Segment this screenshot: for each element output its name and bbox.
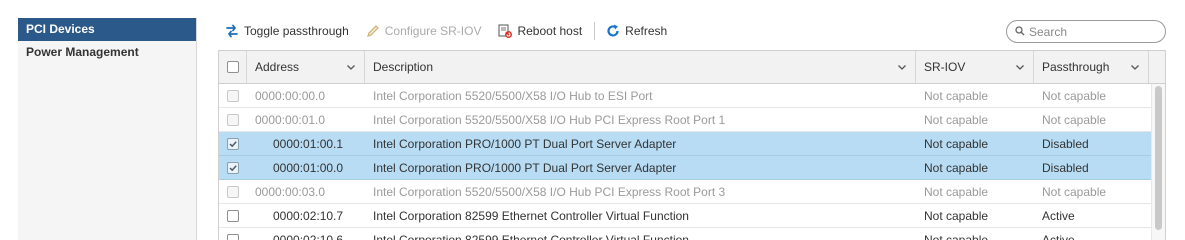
search-box[interactable] (1006, 20, 1166, 43)
chevron-down-icon[interactable] (1130, 62, 1140, 72)
sriov-cell: Not capable (924, 232, 989, 240)
column-header-label: Passthrough (1042, 60, 1110, 74)
chevron-down-icon[interactable] (1015, 62, 1025, 72)
description-cell: Intel Corporation 82599 Ethernet Control… (373, 232, 689, 240)
sidebar-item-power-management[interactable]: Power Management (18, 41, 196, 64)
sriov-cell: Not capable (924, 136, 989, 151)
configure-sriov-button[interactable]: Configure SR-IOV (361, 19, 486, 43)
reboot-host-button[interactable]: Reboot host (493, 19, 586, 43)
row-checkbox[interactable] (227, 161, 239, 174)
column-header-label: Description (373, 60, 434, 74)
toggle-passthrough-icon (224, 23, 240, 39)
address-cell: 0000:01:00.0 (273, 160, 344, 175)
column-header-address[interactable]: Address (247, 51, 365, 83)
reboot-host-icon (497, 23, 513, 39)
sriov-cell: Not capable (924, 184, 989, 199)
row-select-cell (219, 132, 247, 155)
select-all-checkbox[interactable] (226, 61, 239, 73)
toolbar: Toggle passthrough Configure SR-IOV Rebo… (220, 19, 671, 43)
table-row[interactable]: 0000:01:00.0 Intel Corporation PRO/1000 … (219, 156, 1165, 180)
address-cell: 0000:00:01.0 (255, 112, 326, 127)
row-checkbox[interactable] (227, 137, 239, 150)
pencil-icon (365, 23, 381, 39)
reboot-host-label: Reboot host (517, 24, 583, 38)
refresh-label: Refresh (625, 24, 668, 38)
row-checkbox[interactable] (227, 89, 239, 102)
passthrough-cell: Not capable (1042, 112, 1107, 127)
search-input[interactable] (1029, 24, 1159, 39)
sidebar-item-pci-devices[interactable]: PCI Devices (18, 18, 196, 41)
row-select-cell (219, 84, 247, 107)
address-cell: 0000:02:10.7 (273, 208, 344, 223)
checkmark-icon (229, 164, 237, 171)
toggle-passthrough-label: Toggle passthrough (244, 24, 349, 38)
toggle-passthrough-button[interactable]: Toggle passthrough (220, 19, 353, 43)
description-cell: Intel Corporation 82599 Ethernet Control… (373, 208, 689, 223)
description-cell: Intel Corporation 5520/5500/X58 I/O Hub … (373, 184, 726, 199)
table-row[interactable]: 0000:00:01.0 Intel Corporation 5520/5500… (219, 108, 1165, 132)
sriov-cell: Not capable (924, 160, 989, 175)
column-header-description[interactable]: Description (365, 51, 916, 83)
column-header-label: Address (255, 60, 300, 74)
row-select-cell (219, 108, 247, 131)
row-select-cell (219, 180, 247, 203)
row-checkbox[interactable] (227, 209, 239, 222)
sidebar-item-label: PCI Devices (26, 22, 95, 36)
refresh-button[interactable]: Refresh (601, 19, 671, 43)
address-cell: 0000:00:00.0 (255, 88, 326, 103)
passthrough-cell: Active (1042, 208, 1075, 223)
description-cell: Intel Corporation PRO/1000 PT Dual Port … (373, 136, 677, 151)
scrollbar-thumb[interactable] (1155, 86, 1162, 230)
column-header-sriov[interactable]: SR-IOV (916, 51, 1034, 83)
row-checkbox[interactable] (227, 113, 239, 126)
grid-header: Address Description SR-IOV Passthrough (219, 51, 1165, 84)
column-header-label: SR-IOV (924, 60, 966, 74)
toolbar-divider (594, 22, 596, 40)
sriov-cell: Not capable (924, 88, 989, 103)
table-row[interactable]: 0000:02:10.6 Intel Corporation 82599 Eth… (219, 228, 1165, 240)
passthrough-cell: Not capable (1042, 88, 1107, 103)
address-cell: 0000:02:10.6 (273, 232, 344, 240)
address-cell: 0000:00:03.0 (255, 184, 326, 199)
passthrough-cell: Not capable (1042, 184, 1107, 199)
sriov-cell: Not capable (924, 208, 989, 223)
address-cell: 0000:01:00.1 (273, 136, 344, 151)
sidebar: PCI Devices Power Management (18, 18, 197, 240)
passthrough-cell: Active (1042, 232, 1075, 240)
chevron-down-icon[interactable] (897, 62, 907, 72)
row-checkbox[interactable] (227, 185, 239, 198)
row-checkbox[interactable] (227, 233, 239, 240)
configure-sriov-label: Configure SR-IOV (384, 24, 482, 38)
description-cell: Intel Corporation 5520/5500/X58 I/O Hub … (373, 112, 726, 127)
description-cell: Intel Corporation PRO/1000 PT Dual Port … (373, 160, 677, 175)
row-select-cell (219, 228, 247, 240)
table-row[interactable]: 0000:01:00.1 Intel Corporation PRO/1000 … (219, 132, 1165, 156)
sidebar-item-label: Power Management (26, 45, 139, 59)
sriov-cell: Not capable (924, 112, 989, 127)
row-select-cell (219, 204, 247, 227)
table-row[interactable]: 0000:00:03.0 Intel Corporation 5520/5500… (219, 180, 1165, 204)
column-header-passthrough[interactable]: Passthrough (1034, 51, 1149, 83)
passthrough-cell: Disabled (1042, 136, 1089, 151)
table-row[interactable]: 0000:02:10.7 Intel Corporation 82599 Eth… (219, 204, 1165, 228)
select-all-cell (219, 51, 247, 83)
pci-devices-grid: Address Description SR-IOV Passthrough 0… (218, 50, 1166, 240)
checkmark-icon (229, 140, 237, 147)
refresh-icon (605, 23, 621, 39)
passthrough-cell: Disabled (1042, 160, 1089, 175)
table-row[interactable]: 0000:00:00.0 Intel Corporation 5520/5500… (219, 84, 1165, 108)
vertical-scrollbar[interactable] (1151, 84, 1165, 240)
chevron-down-icon[interactable] (346, 62, 356, 72)
search-icon (1015, 25, 1025, 39)
description-cell: Intel Corporation 5520/5500/X58 I/O Hub … (373, 88, 653, 103)
row-select-cell (219, 156, 247, 179)
